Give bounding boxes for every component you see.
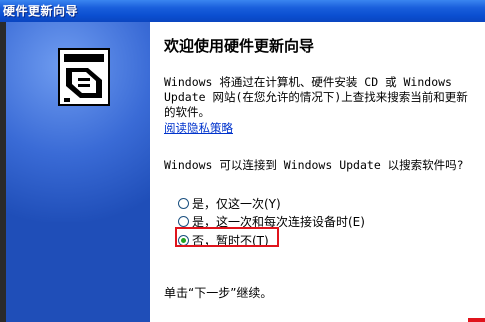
radio-label: 是，仅这一次(Y) [192,197,281,211]
radio-option-yes-once[interactable]: 是，仅这一次(Y) [178,195,281,212]
continue-instruction: 单击“下一步”继续。 [164,286,273,300]
connect-question: Windows 可以连接到 Windows Update 以搜索软件吗? [164,158,464,172]
radio-option-no-not-now[interactable]: 否，暂时不(T) [178,232,269,249]
annotation-marker [468,318,485,322]
privacy-policy-link[interactable]: 阅读隐私策略 [164,120,233,136]
side-panel-edge [0,22,6,322]
hardware-install-icon [58,48,110,106]
radio-label: 否，暂时不(T) [192,234,269,248]
wizard-heading: 欢迎使用硬件更新向导 [164,37,315,55]
wizard-content: 欢迎使用硬件更新向导 Windows 将通过在计算机、硬件安装 CD 或 Win… [150,22,485,322]
wizard-side-panel [0,22,150,322]
wizard-description: Windows 将通过在计算机、硬件安装 CD 或 Windows Update… [164,75,468,119]
window-title: 硬件更新向导 [3,4,79,18]
radio-label: 是，这一次和每次连接设备时(E) [192,215,365,229]
title-bar[interactable]: 硬件更新向导 [0,0,485,22]
radio-button[interactable] [178,198,189,209]
radio-option-yes-always[interactable]: 是，这一次和每次连接设备时(E) [178,213,365,230]
radio-button[interactable] [178,216,189,227]
radio-button-selected[interactable] [178,235,189,246]
hardware-update-wizard-window: 硬件更新向导 欢迎使用硬件更新向导 Windows 将通过在计算机、硬件安装 C… [0,0,485,322]
